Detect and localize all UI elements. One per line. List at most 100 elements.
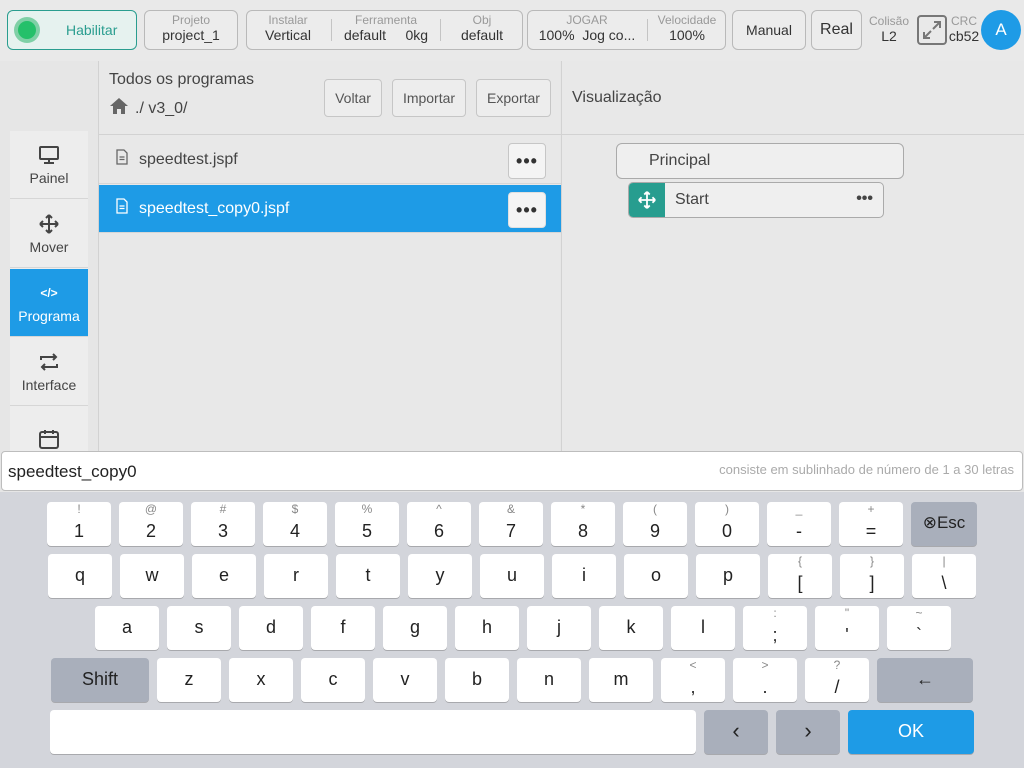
key-3[interactable]: #3 xyxy=(191,502,255,546)
key-equals[interactable]: + = xyxy=(839,502,903,546)
file-more-button[interactable]: ••• xyxy=(508,192,546,228)
key-backtick[interactable]: ~ ` xyxy=(887,606,951,650)
back-button[interactable]: Voltar xyxy=(324,79,382,117)
jog-speed-panel[interactable]: JOGAR 100% Jog co... Velocidade 100% xyxy=(527,10,726,50)
code-icon: </> xyxy=(40,285,58,300)
shift-key[interactable]: Shift xyxy=(51,658,149,702)
key-8[interactable]: * 8 xyxy=(551,502,615,546)
sidebar-item-programa[interactable]: </> Programa xyxy=(10,269,88,337)
key-o[interactable]: o xyxy=(624,554,688,598)
program-root-node[interactable]: Principal xyxy=(616,143,904,179)
key-2[interactable]: @2 xyxy=(119,502,183,546)
esc-key[interactable]: ⊗Esc xyxy=(911,502,977,546)
key-d[interactable]: d xyxy=(239,606,303,650)
key-z[interactable]: z xyxy=(157,658,221,702)
tool-caption: Ferramenta xyxy=(354,13,418,27)
project-value: project_1 xyxy=(162,27,220,43)
sidebar-item-interface[interactable]: Interface xyxy=(10,338,88,406)
drag-handle-icon[interactable] xyxy=(629,183,665,217)
key-a[interactable]: a xyxy=(95,606,159,650)
key-bracket-right[interactable]: }] xyxy=(840,554,904,598)
sidebar-item-label: Painel xyxy=(29,169,69,186)
file-more-button[interactable]: ••• xyxy=(508,143,546,179)
node-more-button[interactable]: ••• xyxy=(856,190,873,208)
filename-input[interactable] xyxy=(8,462,608,482)
key-period[interactable]: >. xyxy=(733,658,797,702)
collision-indicator[interactable]: Colisão L2 xyxy=(866,14,912,44)
key-e[interactable]: e xyxy=(192,554,256,598)
install-cell[interactable]: Instalar Vertical xyxy=(247,11,329,49)
cursor-left-key[interactable]: ‹ xyxy=(704,710,768,754)
key-r[interactable]: r xyxy=(264,554,328,598)
key-5[interactable]: % 5 xyxy=(335,502,399,546)
manual-button[interactable]: Manual xyxy=(732,10,806,50)
breadcrumb[interactable]: ./ v3_0/ xyxy=(109,97,187,120)
key-n[interactable]: n xyxy=(517,658,581,702)
key-quote[interactable]: " ' xyxy=(815,606,879,650)
file-row-selected[interactable]: speedtest_copy0.jspf ••• xyxy=(99,185,561,233)
key-q[interactable]: q xyxy=(48,554,112,598)
key-semicolon[interactable]: :; xyxy=(743,606,807,650)
home-icon[interactable] xyxy=(109,97,129,120)
backspace-icon: ← xyxy=(916,669,934,689)
space-key[interactable] xyxy=(50,710,696,754)
expand-icon[interactable] xyxy=(917,15,947,45)
sidebar-item-mover[interactable]: Mover xyxy=(10,200,88,268)
obj-cell[interactable]: Obj default xyxy=(441,11,523,49)
key-9[interactable]: (9 xyxy=(623,502,687,546)
sidebar-item-label: Interface xyxy=(21,376,77,393)
project-selector[interactable]: Projeto project_1 xyxy=(144,10,238,50)
file-row[interactable]: speedtest.jspf ••• xyxy=(99,136,561,184)
user-avatar[interactable]: A xyxy=(981,10,1021,50)
tool-cell[interactable]: Ferramenta default 0kg xyxy=(333,11,439,49)
key-b[interactable]: b xyxy=(445,658,509,702)
key-comma[interactable]: <, xyxy=(661,658,725,702)
key-p[interactable]: p xyxy=(696,554,760,598)
key-7[interactable]: & 7 xyxy=(479,502,543,546)
cursor-right-key[interactable]: › xyxy=(776,710,840,754)
obj-value: default xyxy=(460,27,504,43)
key-slash[interactable]: ? / xyxy=(805,658,869,702)
speed-cell[interactable]: Velocidade 100% xyxy=(648,11,726,49)
crc-indicator: CRC cb52 xyxy=(946,14,982,44)
start-node[interactable]: Start ••• xyxy=(628,182,884,218)
key-i[interactable]: i xyxy=(552,554,616,598)
files-header: Todos os programas ./ v3_0/ Voltar Impor… xyxy=(99,61,561,135)
key-minus[interactable]: _ - xyxy=(767,502,831,546)
top-status-bar: Habilitar Projeto project_1 Instalar Ver… xyxy=(0,0,1024,61)
key-y[interactable]: y xyxy=(408,554,472,598)
key-0[interactable]: ) 0 xyxy=(695,502,759,546)
key-j[interactable]: j xyxy=(527,606,591,650)
key-x[interactable]: x xyxy=(229,658,293,702)
installation-panel[interactable]: Instalar Vertical Ferramenta default 0kg… xyxy=(246,10,523,50)
enable-button[interactable]: Habilitar xyxy=(7,10,137,50)
key-k[interactable]: k xyxy=(599,606,663,650)
key-l[interactable]: l xyxy=(671,606,735,650)
backspace-key[interactable]: ← xyxy=(877,658,973,702)
key-g[interactable]: g xyxy=(383,606,447,650)
key-bracket-left[interactable]: {[ xyxy=(768,554,832,598)
key-m[interactable]: m xyxy=(589,658,653,702)
sidebar-item-painel[interactable]: Painel xyxy=(10,131,88,199)
crc-value: cb52 xyxy=(948,28,980,44)
import-button[interactable]: Importar xyxy=(392,79,466,117)
real-button[interactable]: Real xyxy=(811,10,862,50)
key-h[interactable]: h xyxy=(455,606,519,650)
key-6[interactable]: ^ 6 xyxy=(407,502,471,546)
input-hint: consiste em sublinhado de número de 1 a … xyxy=(719,462,1014,477)
export-button[interactable]: Exportar xyxy=(476,79,551,117)
program-files-panel: Todos os programas ./ v3_0/ Voltar Impor… xyxy=(98,61,561,451)
key-4[interactable]: $4 xyxy=(263,502,327,546)
monitor-icon xyxy=(38,144,60,166)
key-w[interactable]: w xyxy=(120,554,184,598)
key-u[interactable]: u xyxy=(480,554,544,598)
key-1[interactable]: ! 1 xyxy=(47,502,111,546)
key-backslash[interactable]: | \ xyxy=(912,554,976,598)
key-f[interactable]: f xyxy=(311,606,375,650)
key-t[interactable]: t xyxy=(336,554,400,598)
ok-button[interactable]: OK xyxy=(848,710,974,754)
key-c[interactable]: c xyxy=(301,658,365,702)
jog-cell[interactable]: JOGAR 100% Jog co... xyxy=(528,11,646,49)
key-v[interactable]: v xyxy=(373,658,437,702)
key-s[interactable]: s xyxy=(167,606,231,650)
